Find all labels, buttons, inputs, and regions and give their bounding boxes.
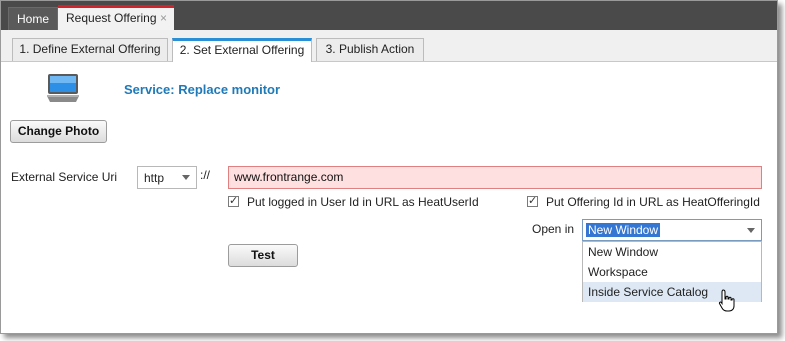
test-button[interactable]: Test [228,244,298,267]
offering-id-option[interactable]: Put Offering Id in URL as HeatOfferingId [527,194,760,209]
url-separator: :// [200,168,211,182]
tab-define-external-offering[interactable]: 1. Define External Offering [12,38,168,61]
external-service-uri-label: External Service Uri [11,170,118,184]
step-tabs: 1. Define External Offering 2. Set Exter… [1,30,777,62]
tab-request-offering[interactable]: Request Offering × [58,5,174,30]
offering-id-checkbox-label: Put Offering Id in URL as HeatOfferingId [546,195,760,209]
top-tab-bar: Home Request Offering × [1,1,777,30]
protocol-value: http [144,171,165,185]
hand-cursor-icon [718,289,735,312]
option-workspace[interactable]: Workspace [583,262,761,282]
change-photo-button[interactable]: Change Photo [10,120,107,143]
service-title: Service: Replace monitor [124,82,281,97]
open-in-label: Open in [532,222,575,236]
chevron-down-icon [182,175,190,180]
app-window: Home Request Offering × 1. Define Extern… [0,0,778,334]
open-in-select[interactable]: New Window [582,219,762,241]
offering-id-checkbox[interactable] [527,194,538,208]
monitor-icon [47,74,79,102]
user-id-option[interactable]: Put logged in User Id in URL as HeatUser… [228,194,479,209]
user-id-checkbox-label: Put logged in User Id in URL as HeatUser… [247,195,479,209]
url-input[interactable]: www.frontrange.com [228,166,762,189]
main-panel: Service: Replace monitor Change Photo Ex… [1,62,777,333]
protocol-select[interactable]: http [137,166,197,189]
open-in-value: New Window [586,223,661,237]
chevron-down-icon [747,228,755,233]
user-id-checkbox[interactable] [228,194,239,208]
tab-set-external-offering[interactable]: 2. Set External Offering [172,38,312,62]
tab-publish-action[interactable]: 3. Publish Action [316,38,424,61]
close-icon[interactable]: × [160,8,167,29]
tab-home[interactable]: Home [8,7,58,30]
option-new-window[interactable]: New Window [583,242,761,262]
tab-request-offering-label: Request Offering [66,11,157,25]
